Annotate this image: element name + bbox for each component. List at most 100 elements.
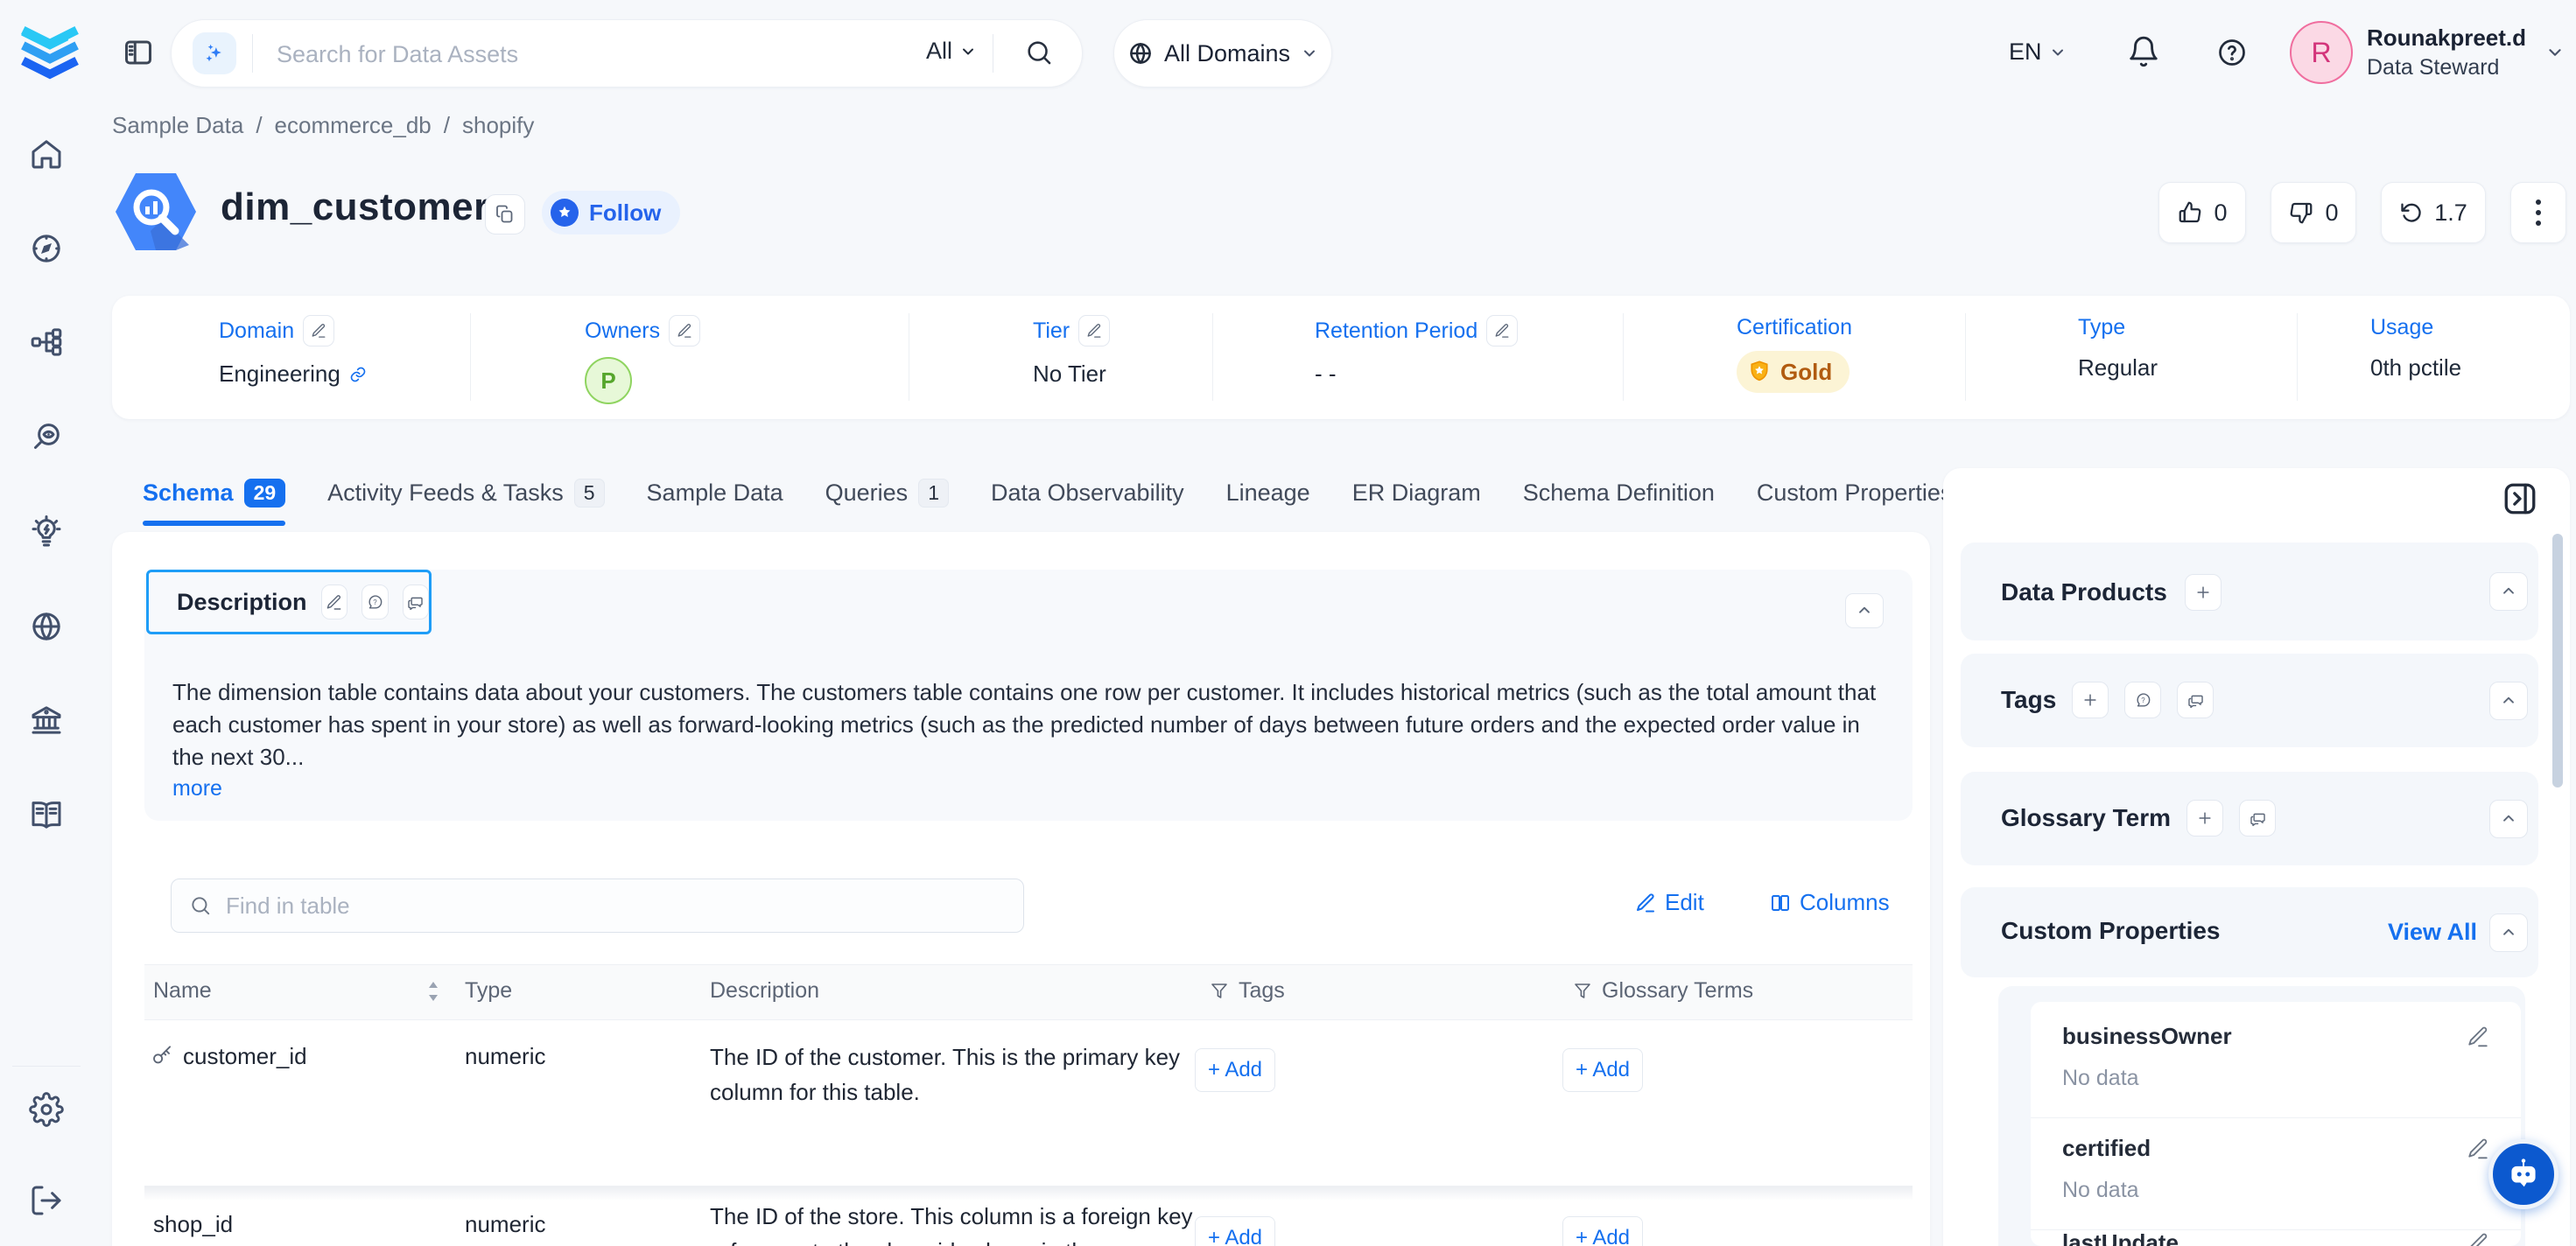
book-open-icon	[29, 797, 64, 832]
collapse-description-button[interactable]	[1845, 593, 1884, 628]
svg-text:?: ?	[373, 598, 377, 606]
tab-lineage[interactable]: Lineage	[1226, 480, 1310, 507]
add-tag-button[interactable]: + Add	[1195, 1216, 1275, 1246]
breadcrumb: Sample Data / ecommerce_db / shopify	[112, 112, 534, 139]
collapse-tags-button[interactable]	[2489, 682, 2528, 720]
svg-text:?: ?	[2141, 696, 2145, 704]
glossary-conversations-button[interactable]	[2239, 800, 2276, 836]
description-heading: Description	[177, 589, 307, 616]
sort-name-button[interactable]	[426, 979, 440, 1004]
owner-avatar[interactable]: P	[585, 357, 632, 404]
sidebar-item-settings[interactable]	[29, 1092, 64, 1127]
home-icon	[29, 136, 64, 172]
sidebar-item-explore[interactable]	[29, 231, 64, 266]
sidebar-item-govern[interactable]	[29, 703, 64, 738]
collapse-data-products-button[interactable]	[2489, 572, 2528, 611]
search-input[interactable]	[275, 36, 839, 73]
manage-columns-button[interactable]: Columns	[1770, 889, 1890, 916]
add-glossary-term-button[interactable]: + Add	[1562, 1048, 1643, 1092]
sidebar-item-observability[interactable]	[29, 419, 64, 454]
user-menu[interactable]: R Rounakpreet.d Data Steward	[2290, 21, 2565, 84]
search-submit-button[interactable]	[1024, 38, 1054, 67]
edit-property-icon[interactable]	[2467, 1232, 2489, 1246]
tab-custom-properties[interactable]: Custom Properties	[1757, 480, 1953, 507]
follow-button[interactable]: Follow	[542, 191, 680, 234]
tab-sample-data[interactable]: Sample Data	[647, 480, 783, 507]
filter-icon[interactable]	[1572, 981, 1593, 1002]
right-panel-scrollbar[interactable]	[2552, 534, 2563, 788]
find-in-table-input[interactable]	[224, 887, 980, 924]
edit-domain-button[interactable]	[303, 315, 334, 346]
notifications-button[interactable]	[2127, 35, 2160, 68]
sidebar-item-glossary[interactable]	[29, 797, 64, 832]
comment-question-icon: ?	[2135, 692, 2151, 709]
custom-properties-card: Custom Properties View All	[1961, 887, 2538, 977]
edit-property-icon[interactable]	[2467, 1026, 2489, 1048]
ai-search-button[interactable]	[193, 32, 236, 74]
assistant-bot-button[interactable]	[2488, 1139, 2558, 1209]
language-dropdown[interactable]: EN	[2009, 38, 2067, 66]
edit-owners-button[interactable]	[669, 315, 700, 346]
edit-table-button[interactable]: Edit	[1635, 889, 1704, 916]
data-flow-icon	[29, 325, 64, 360]
tab-data-observability[interactable]: Data Observability	[991, 480, 1184, 507]
comments-stack-icon	[407, 594, 424, 611]
add-tag-button[interactable]: + Add	[1195, 1048, 1275, 1092]
edit-property-icon[interactable]	[2467, 1138, 2489, 1160]
property-value: No data	[2062, 1178, 2489, 1203]
tab-queries[interactable]: Queries1	[825, 479, 949, 508]
search-scope-dropdown[interactable]: All	[926, 38, 977, 65]
description-card: Description ? The dimension table contai…	[144, 570, 1913, 821]
column-type: numeric	[465, 1043, 545, 1070]
sidebar-item-data-assets[interactable]	[29, 325, 64, 360]
tags-conversations-button[interactable]	[2177, 682, 2214, 718]
collapse-right-panel-button[interactable]	[2502, 480, 2538, 517]
breadcrumb-link-schema[interactable]: shopify	[462, 112, 534, 139]
add-glossary-term-button[interactable]	[2186, 800, 2223, 836]
tab-er-diagram[interactable]: ER Diagram	[1352, 480, 1481, 507]
breadcrumb-link-service[interactable]: Sample Data	[112, 112, 243, 139]
sidebar-item-home[interactable]	[29, 136, 64, 172]
info-domain-value[interactable]: Engineering	[219, 360, 340, 388]
collapse-custom-properties-button[interactable]	[2489, 914, 2528, 952]
sidebar-item-domains[interactable]	[29, 609, 64, 644]
filter-icon[interactable]	[1209, 981, 1230, 1002]
panel-collapse-right-icon	[2502, 480, 2538, 517]
request-description-button[interactable]: ?	[361, 584, 388, 620]
domain-link-icon	[349, 366, 367, 383]
add-tag-button[interactable]	[2072, 682, 2109, 718]
downvote-button[interactable]: 0	[2271, 182, 2356, 243]
tab-schema[interactable]: Schema29	[143, 479, 285, 508]
column-header-glossary: Glossary Terms	[1602, 978, 1753, 1004]
custom-properties-list: businessOwner No data certified No data	[2031, 1002, 2521, 1246]
more-options-button[interactable]	[2510, 182, 2566, 243]
sidebar-item-logout[interactable]	[29, 1183, 64, 1218]
copy-fqn-button[interactable]	[485, 194, 525, 234]
collapse-glossary-button[interactable]	[2489, 800, 2528, 838]
edit-tier-button[interactable]	[1078, 315, 1110, 346]
version-history-button[interactable]: 1.7	[2381, 182, 2486, 243]
panel-toggle-icon	[123, 37, 154, 68]
edit-description-button[interactable]	[321, 584, 347, 620]
tab-activity-feeds[interactable]: Activity Feeds & Tasks5	[327, 479, 604, 508]
app-logo[interactable]	[19, 21, 81, 84]
column-description: The ID of the customer. This is the prim…	[710, 1040, 1200, 1110]
user-role: Data Steward	[2367, 55, 2526, 80]
view-all-link[interactable]: View All	[2388, 919, 2477, 946]
edit-retention-button[interactable]	[1486, 315, 1518, 346]
request-tags-button[interactable]: ?	[2124, 682, 2161, 718]
add-data-product-button[interactable]	[2185, 574, 2222, 611]
add-glossary-term-button[interactable]: + Add	[1562, 1216, 1643, 1246]
description-more-link[interactable]: more	[172, 776, 222, 802]
sidebar-toggle-button[interactable]	[123, 37, 154, 68]
sidebar-item-insights[interactable]	[29, 514, 64, 550]
help-button[interactable]	[2216, 37, 2248, 68]
breadcrumb-link-database[interactable]: ecommerce_db	[275, 112, 432, 139]
info-retention-value: - -	[1315, 360, 1518, 388]
certification-value: Gold	[1780, 359, 1832, 386]
description-conversations-button[interactable]	[403, 584, 429, 620]
domain-filter-dropdown[interactable]: All Domains	[1113, 19, 1332, 88]
upvote-button[interactable]: 0	[2158, 182, 2246, 243]
tab-schema-definition[interactable]: Schema Definition	[1523, 480, 1715, 507]
sparkle-icon	[201, 40, 228, 66]
